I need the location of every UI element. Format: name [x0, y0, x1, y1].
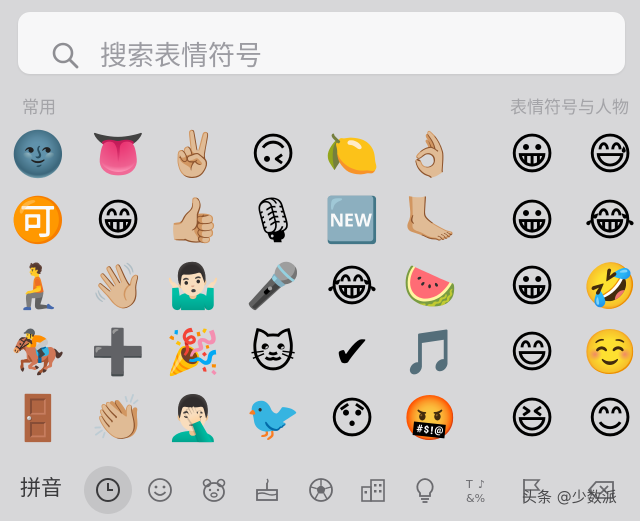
category-activity-button[interactable]: [297, 466, 345, 514]
emoji-key[interactable]: ☺️: [580, 323, 640, 383]
category-smileys-button[interactable]: [136, 466, 184, 514]
section-label-smileys-people: 表情符号与人物: [510, 98, 629, 118]
emoji-key[interactable]: 👏🏼: [88, 389, 148, 449]
soccer-ball-icon: [309, 478, 333, 502]
cake-icon: [256, 478, 278, 501]
section-label-frequent: 常用: [22, 98, 56, 118]
emoji-key[interactable]: 🧎: [8, 257, 68, 317]
category-travel-button[interactable]: [349, 466, 397, 514]
smiley-icon: [148, 478, 172, 502]
emoji-key[interactable]: 👅: [88, 125, 148, 185]
emoji-key[interactable]: 🎵: [400, 323, 460, 383]
clock-icon: [96, 478, 120, 502]
emoji-key[interactable]: 🤣: [580, 257, 640, 317]
emoji-key[interactable]: 😄: [502, 323, 562, 383]
svg-text:T: T: [465, 478, 473, 491]
emoji-key[interactable]: 😀: [502, 257, 562, 317]
pinyin-keyboard-button[interactable]: 拼音: [20, 472, 62, 502]
emoji-key[interactable]: 👋🏼: [88, 257, 148, 317]
bear-icon: [202, 478, 226, 502]
emoji-key[interactable]: 👌🏼: [400, 125, 460, 185]
category-animals-button[interactable]: [190, 466, 238, 514]
emoji-key[interactable]: 🎤: [243, 257, 303, 317]
emoji-key[interactable]: 😀: [502, 125, 562, 185]
emoji-key[interactable]: 😯: [322, 389, 382, 449]
emoji-key[interactable]: 🙃: [243, 125, 303, 185]
emoji-grid: 🌚 👅 ✌🏼 🙃 🍋 👌🏼 😀 😅 🉑 😁 👍🏼 🎙 🆕 🦶🏼 😀 😂 🧎 👋🏼 🤷🏻‍♂️ 🎤 😂 🍉 😀 🤣 🏇 ➕ 🎉 🐱 ✔ 🎵 😄…: [0, 0, 640, 521]
emoji-key[interactable]: 😅: [580, 125, 640, 185]
search-placeholder[interactable]: 搜索表情符号: [100, 34, 262, 73]
symbols-icon: T ♪&%: [465, 478, 485, 505]
emoji-key[interactable]: 🉑: [8, 191, 68, 251]
emoji-key[interactable]: 🌚: [8, 125, 68, 185]
emoji-key[interactable]: 😁: [88, 191, 148, 251]
emoji-key[interactable]: 🎙: [243, 191, 303, 251]
emoji-search-bar[interactable]: 搜索表情符号: [18, 12, 625, 74]
search-icon: [52, 42, 79, 69]
emoji-key[interactable]: ✔: [322, 323, 382, 383]
svg-text:♪: ♪: [478, 478, 485, 491]
category-bar: 拼音 T ♪ &% 头条 @少数派: [0, 458, 640, 521]
buildings-icon: [361, 479, 385, 502]
emoji-key[interactable]: 🎉: [163, 323, 223, 383]
lightbulb-icon: [416, 478, 434, 503]
emoji-key[interactable]: 🍋: [322, 125, 382, 185]
emoji-key[interactable]: 😀: [502, 191, 562, 251]
emoji-key[interactable]: 🦶🏼: [400, 191, 460, 251]
emoji-key[interactable]: 🤦🏻‍♂️: [163, 389, 223, 449]
emoji-key[interactable]: 🏇: [8, 323, 68, 383]
emoji-key[interactable]: 🤬: [400, 389, 460, 449]
category-recent-button[interactable]: [84, 466, 132, 514]
emoji-key[interactable]: 🐦: [243, 389, 303, 449]
category-symbols-button[interactable]: T ♪ &%: [454, 466, 502, 514]
emoji-key[interactable]: ✌🏼: [163, 125, 223, 185]
emoji-key[interactable]: 🐱: [243, 323, 303, 383]
emoji-key[interactable]: 😊: [580, 389, 640, 449]
emoji-key[interactable]: 🚪: [8, 389, 68, 449]
category-objects-button[interactable]: [401, 466, 449, 514]
emoji-key[interactable]: 🤷🏻‍♂️: [163, 257, 223, 317]
emoji-key[interactable]: 🆕: [322, 191, 382, 251]
emoji-key[interactable]: 😂: [322, 257, 382, 317]
emoji-key[interactable]: ➕: [88, 323, 148, 383]
emoji-key[interactable]: 😂: [580, 191, 640, 251]
emoji-key[interactable]: 😆: [502, 389, 562, 449]
emoji-key[interactable]: 👍🏼: [163, 191, 223, 251]
watermark-text: 头条 @少数派: [522, 488, 617, 506]
emoji-key[interactable]: 🍉: [400, 257, 460, 317]
category-food-button[interactable]: [243, 466, 291, 514]
svg-text:&%: &%: [466, 492, 485, 505]
